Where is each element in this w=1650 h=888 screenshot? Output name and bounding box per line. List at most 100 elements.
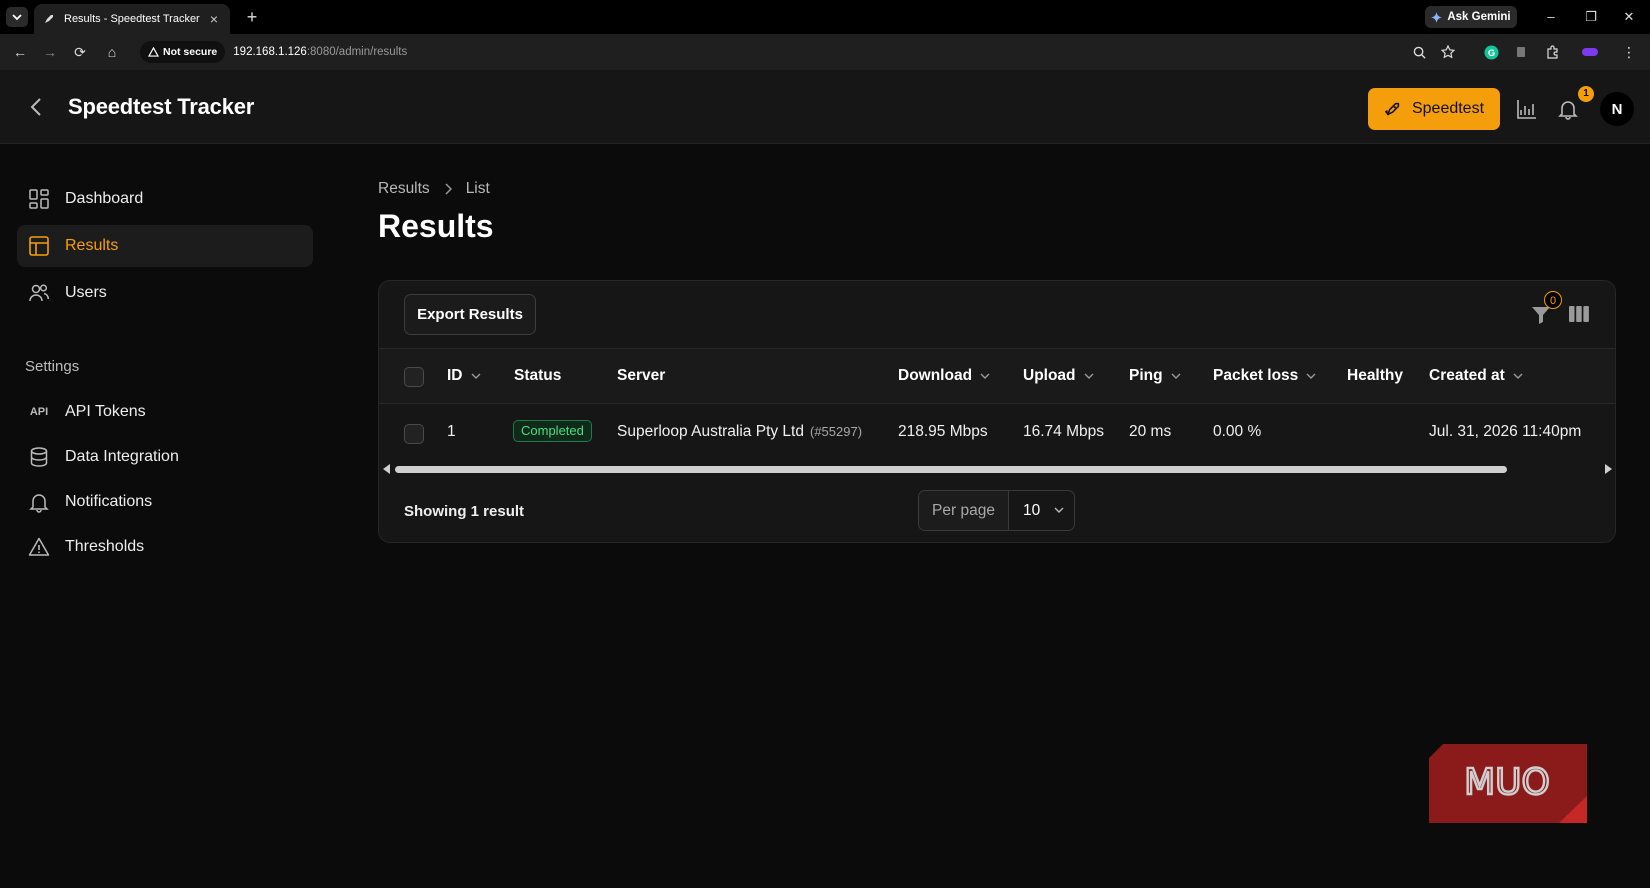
reload-icon[interactable]: ⟳ bbox=[70, 43, 90, 61]
collapse-sidebar-chevron-icon[interactable] bbox=[28, 96, 46, 118]
notification-count-badge: 1 bbox=[1578, 86, 1594, 102]
column-label: Ping bbox=[1129, 367, 1163, 384]
select-all-checkbox[interactable] bbox=[404, 367, 424, 387]
chevron-down-icon bbox=[1084, 373, 1094, 379]
cell-packet-loss: 0.00 % bbox=[1213, 423, 1262, 440]
speedtest-button[interactable]: Speedtest bbox=[1368, 88, 1500, 130]
sidebar-item-label: API Tokens bbox=[65, 403, 146, 420]
chevron-down-icon bbox=[1054, 507, 1064, 513]
not-secure-chip[interactable]: Not secure bbox=[140, 41, 226, 63]
per-page-value[interactable]: 10 bbox=[1009, 491, 1074, 530]
cell-id: 1 bbox=[447, 423, 456, 440]
sidebar-item-label: Notifications bbox=[65, 493, 153, 510]
cell-download: 218.95 Mbps bbox=[898, 423, 988, 440]
new-tab-button[interactable]: + bbox=[242, 7, 262, 27]
warning-triangle-icon bbox=[148, 47, 159, 57]
restore-window-icon[interactable]: ❐ bbox=[1576, 6, 1606, 28]
muo-watermark-logo: MUO bbox=[1429, 744, 1587, 823]
extension-icon[interactable] bbox=[1512, 43, 1530, 61]
minimize-window-icon[interactable]: – bbox=[1536, 6, 1566, 28]
scrollbar-thumb[interactable] bbox=[395, 466, 1507, 473]
breadcrumb-results[interactable]: Results bbox=[378, 180, 430, 198]
grammarly-extension-icon[interactable]: G bbox=[1482, 43, 1500, 61]
column-header-ping[interactable]: Ping bbox=[1129, 367, 1181, 385]
speedtest-button-label: Speedtest bbox=[1411, 100, 1485, 117]
not-secure-label: Not secure bbox=[163, 46, 218, 58]
database-icon bbox=[27, 445, 51, 469]
gemini-sparkle-icon bbox=[1431, 11, 1443, 23]
zoom-icon[interactable] bbox=[1410, 43, 1428, 61]
chevron-down-icon bbox=[1513, 373, 1523, 379]
column-label: ID bbox=[447, 367, 463, 384]
sidebar-item-label: Data Integration bbox=[65, 448, 179, 465]
server-id: (#55297) bbox=[809, 424, 863, 439]
bookmark-star-icon[interactable] bbox=[1439, 43, 1457, 61]
user-avatar[interactable]: N bbox=[1600, 92, 1634, 126]
server-name: Superloop Australia Pty Ltd bbox=[617, 423, 804, 440]
column-header-packet-loss[interactable]: Packet loss bbox=[1213, 367, 1316, 385]
column-label: Created at bbox=[1429, 367, 1505, 384]
column-label: Download bbox=[898, 367, 973, 384]
rocket-favicon-icon bbox=[42, 12, 56, 26]
tab-title: Results - Speedtest Tracker bbox=[64, 13, 200, 25]
horizontal-scrollbar[interactable] bbox=[379, 461, 1615, 475]
table-row[interactable]: 1 Completed Superloop Australia Pty Ltd (… bbox=[379, 404, 1615, 461]
forward-arrow-icon[interactable]: → bbox=[40, 43, 60, 61]
close-tab-icon[interactable]: × bbox=[206, 11, 222, 27]
sidebar-item-notifications[interactable]: Notifications bbox=[17, 481, 313, 523]
address-bar[interactable]: Not secure 192.168.1.126:8080/admin/resu… bbox=[138, 39, 1438, 65]
browser-menu-icon[interactable]: ⋮ bbox=[1620, 43, 1638, 61]
column-header-id[interactable]: ID bbox=[447, 367, 481, 385]
column-header-status: Status bbox=[514, 367, 561, 385]
sidebar-item-users[interactable]: Users bbox=[17, 272, 313, 314]
ask-gemini-label: Ask Gemini bbox=[1447, 11, 1511, 23]
sidebar-item-api-tokens[interactable]: API API Tokens bbox=[17, 391, 313, 433]
api-icon: API bbox=[29, 406, 49, 418]
chevron-down-icon bbox=[12, 13, 22, 20]
ask-gemini-button[interactable]: Ask Gemini bbox=[1425, 6, 1517, 28]
extensions-puzzle-icon[interactable] bbox=[1544, 43, 1562, 61]
filter-count-badge: 0 bbox=[1544, 291, 1562, 309]
settings-group-label: Settings bbox=[25, 358, 80, 375]
export-results-button[interactable]: Export Results bbox=[404, 294, 536, 335]
row-checkbox[interactable] bbox=[404, 424, 424, 444]
sidebar-item-label: Results bbox=[65, 237, 119, 254]
page-title: Results bbox=[378, 208, 494, 244]
profile-icon[interactable] bbox=[1581, 43, 1599, 61]
app-brand[interactable]: Speedtest Tracker bbox=[68, 94, 254, 120]
sidebar-item-dashboard[interactable]: Dashboard bbox=[17, 178, 313, 220]
status-badge: Completed bbox=[513, 420, 592, 442]
table-icon bbox=[27, 234, 51, 258]
svg-text:G: G bbox=[1487, 47, 1494, 57]
watermark-text: MUO bbox=[1464, 762, 1550, 803]
sidebar-item-results[interactable]: Results bbox=[17, 225, 313, 267]
tab-search-button[interactable] bbox=[6, 7, 28, 27]
column-header-created-at[interactable]: Created at bbox=[1429, 367, 1523, 385]
sidebar-item-thresholds[interactable]: Thresholds bbox=[17, 526, 313, 568]
column-header-download[interactable]: Download bbox=[898, 367, 990, 385]
cell-server: Superloop Australia Pty Ltd (#55297) bbox=[617, 423, 862, 441]
column-label: Upload bbox=[1023, 367, 1076, 384]
sidebar-item-label: Dashboard bbox=[65, 190, 144, 207]
per-page-select[interactable]: Per page 10 bbox=[918, 490, 1075, 531]
close-window-icon[interactable]: ✕ bbox=[1614, 6, 1644, 28]
chevron-down-icon bbox=[1306, 373, 1316, 379]
breadcrumb-list: List bbox=[465, 180, 490, 197]
toggle-columns-icon[interactable] bbox=[1568, 305, 1590, 323]
users-icon bbox=[27, 281, 51, 305]
sidebar-item-label: Users bbox=[65, 284, 107, 301]
bell-icon[interactable] bbox=[1557, 98, 1579, 120]
chevron-down-icon bbox=[471, 373, 480, 379]
home-icon[interactable]: ⌂ bbox=[102, 43, 122, 61]
column-header-upload[interactable]: Upload bbox=[1023, 367, 1094, 385]
scroll-left-arrow-icon[interactable] bbox=[383, 464, 391, 474]
sidebar-item-data-integration[interactable]: Data Integration bbox=[17, 436, 313, 478]
url-text[interactable]: 192.168.1.126:8080/admin/results bbox=[233, 46, 407, 58]
browser-toolbar: ← → ⟳ ⌂ Not secure 192.168.1.126:8080/ad… bbox=[0, 34, 1650, 70]
browser-tab[interactable]: Results - Speedtest Tracker × bbox=[34, 4, 230, 34]
sidebar: Dashboard Results Users Settings API API… bbox=[0, 144, 330, 888]
scroll-right-arrow-icon[interactable] bbox=[1604, 464, 1612, 474]
chart-icon[interactable] bbox=[1516, 98, 1538, 120]
column-label: Server bbox=[617, 367, 666, 384]
back-arrow-icon[interactable]: ← bbox=[10, 43, 30, 61]
